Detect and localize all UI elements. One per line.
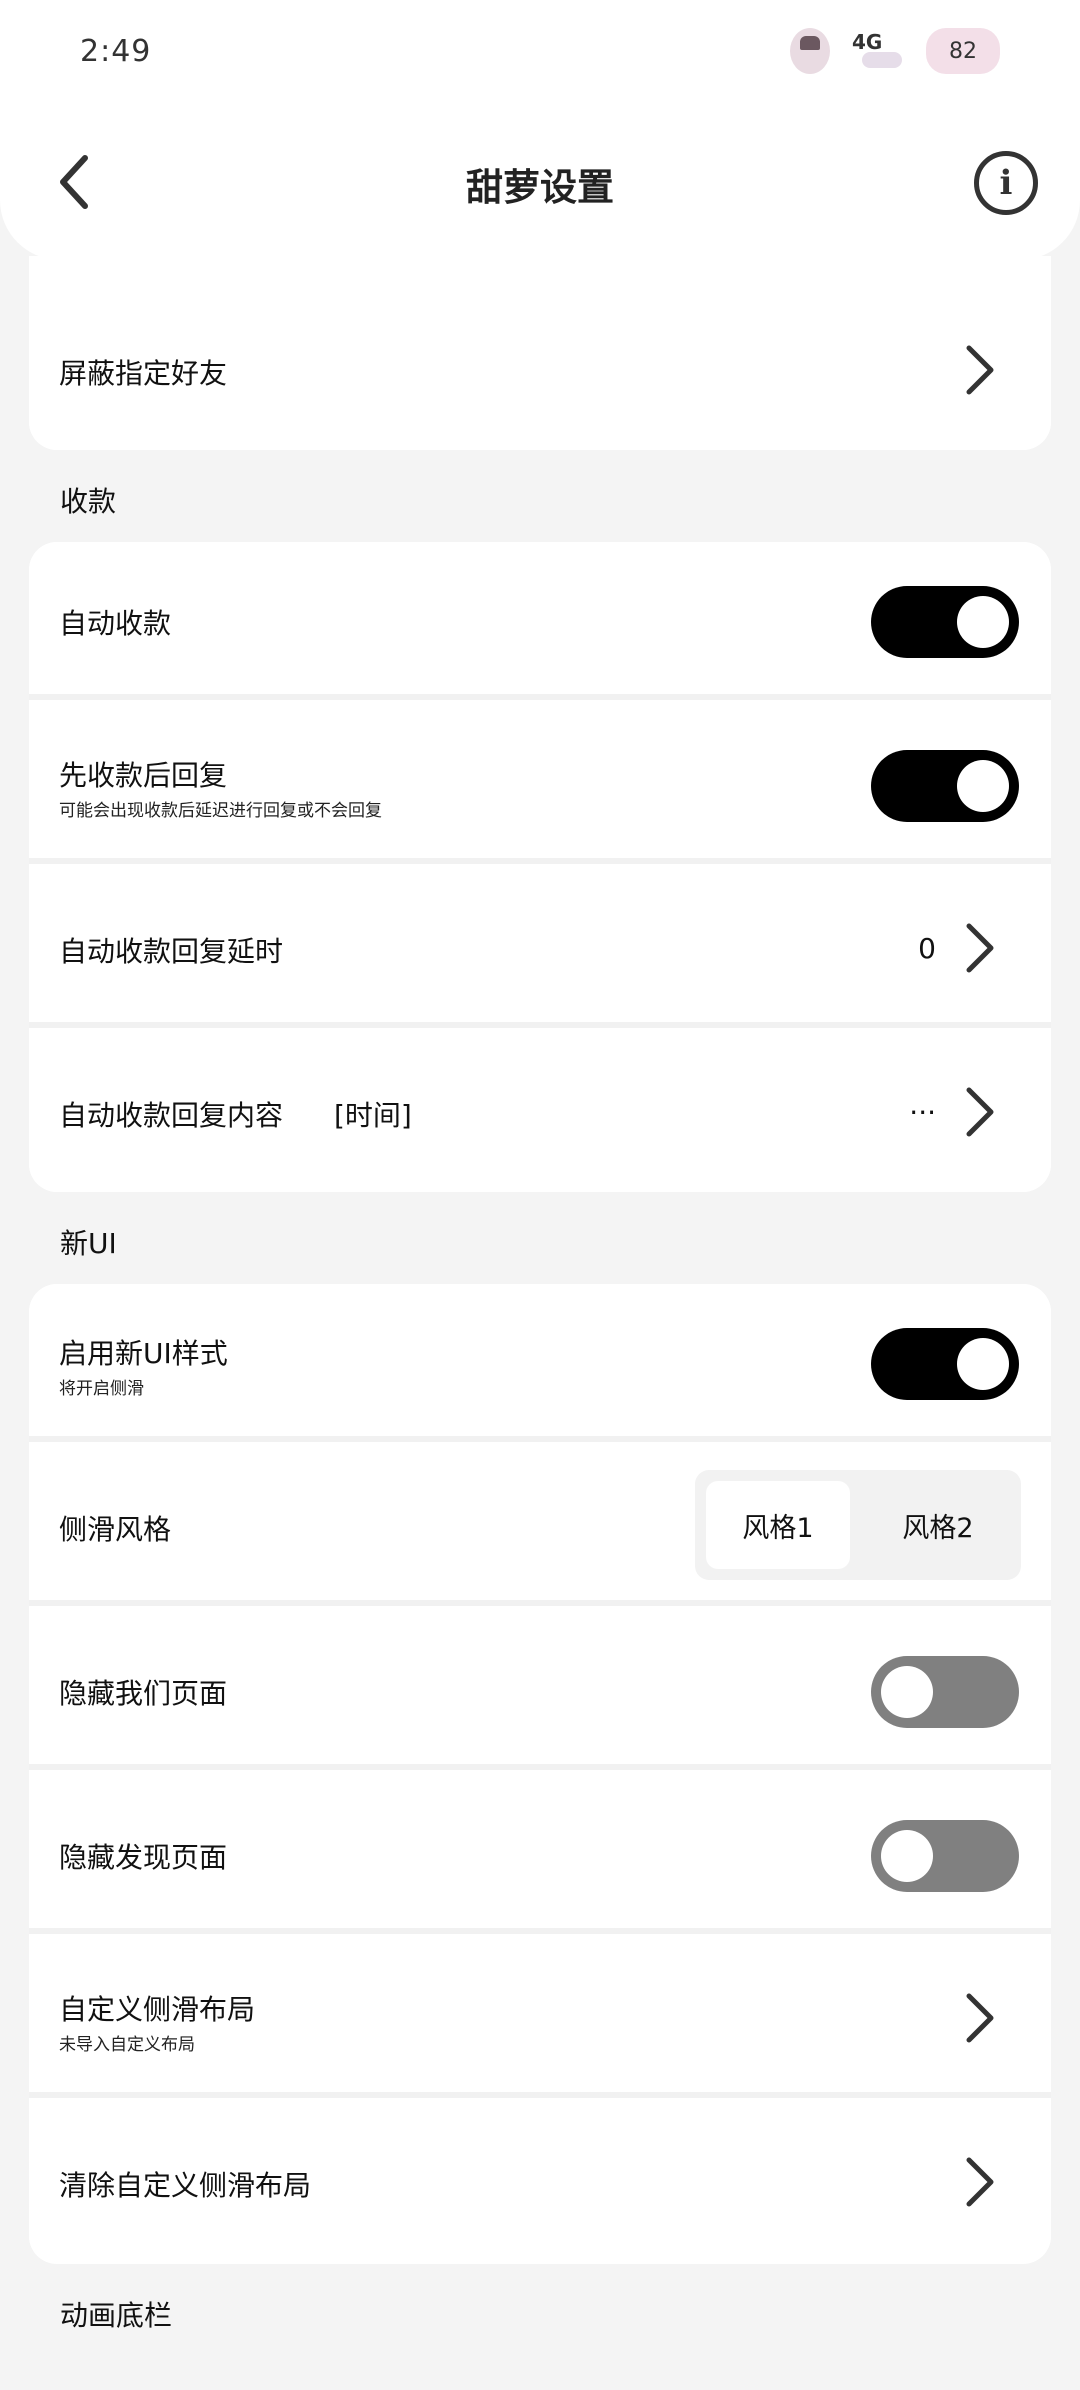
avatar-sticker-icon [790,28,830,74]
hide-me-page-title: 隐藏我们页面 [59,1677,228,1710]
enable-new-ui-title: 启用新UI样式 [59,1337,228,1370]
card-friends: 屏蔽指定好友 [29,256,1051,450]
network-icon: 4G [848,28,908,74]
reply-content-title: 自动收款回复内容 [59,1099,284,1132]
toggle-knob [957,596,1009,648]
row-enable-new-ui[interactable]: 启用新UI样式 将开启侧滑 [29,1284,1051,1442]
info-button[interactable]: i [974,151,1038,215]
custom-slide-layout-title: 自定义侧滑布局 [59,1993,256,2026]
chevron-right-icon [966,2157,994,2207]
card-payment: 自动收款 先收款后回复 可能会出现收款后延迟进行回复或不会回复 自动收款回复延时… [29,542,1051,1192]
row-hide-me-page[interactable]: 隐藏我们页面 [29,1612,1051,1770]
row-shield-friend[interactable]: 屏蔽指定好友 [29,292,1051,450]
chevron-right-icon [966,1087,994,1137]
slide-style-segmented-control: 风格1 风格2 [695,1470,1021,1580]
reply-content-value: ··· [909,1096,936,1129]
chevron-right-icon [966,1993,994,2043]
page-title: 甜萝设置 [466,166,614,209]
row-reply-delay[interactable]: 自动收款回复延时 0 [29,870,1051,1028]
section-label-anim-bottom-bar: 动画底栏 [60,2299,173,2332]
chevron-right-icon [966,923,994,973]
toggle-knob [881,1666,933,1718]
hide-me-page-toggle[interactable] [871,1656,1019,1728]
collect-then-reply-subtitle: 可能会出现收款后延迟进行回复或不会回复 [59,801,382,821]
shield-friend-title: 屏蔽指定好友 [59,357,228,390]
row-slide-style: 侧滑风格 风格1 风格2 [29,1448,1051,1606]
status-bar: 2:49 4G 82 [0,0,1080,105]
row-clear-slide-layout[interactable]: 清除自定义侧滑布局 [29,2104,1051,2262]
row-collect-then-reply[interactable]: 先收款后回复 可能会出现收款后延迟进行回复或不会回复 [29,706,1051,864]
network-label: 4G [852,30,883,54]
slide-style-option-1[interactable]: 风格1 [706,1481,850,1569]
slide-style-option-2[interactable]: 风格2 [866,1481,1010,1569]
collect-then-reply-title: 先收款后回复 [59,759,228,792]
custom-slide-layout-subtitle: 未导入自定义布局 [59,2035,195,2055]
section-label-payment: 收款 [60,485,117,518]
status-icons: 4G 82 [790,28,1000,74]
row-auto-collect[interactable]: 自动收款 [29,542,1051,700]
auto-collect-title: 自动收款 [59,607,172,640]
battery-icon: 82 [926,28,1000,74]
status-time: 2:49 [80,34,152,69]
row-reply-content[interactable]: 自动收款回复内容 [时间] ··· [29,1034,1051,1192]
reply-delay-value: 0 [918,932,936,965]
info-icon: i [999,163,1013,203]
reply-delay-title: 自动收款回复延时 [59,935,284,968]
card-new-ui: 启用新UI样式 将开启侧滑 侧滑风格 风格1 风格2 隐藏我们页面 隐藏发现页面… [29,1284,1051,2264]
clear-slide-layout-title: 清除自定义侧滑布局 [59,2169,312,2202]
section-label-new-ui: 新UI [60,1227,117,1260]
enable-new-ui-subtitle: 将开启侧滑 [59,1379,144,1399]
row-hide-discover-page[interactable]: 隐藏发现页面 [29,1776,1051,1934]
toggle-knob [881,1830,933,1882]
enable-new-ui-toggle[interactable] [871,1328,1019,1400]
top-bar: 甜萝设置 i [0,105,1080,260]
row-custom-slide-layout[interactable]: 自定义侧滑布局 未导入自定义布局 [29,1940,1051,2098]
toggle-knob [957,760,1009,812]
hide-discover-page-title: 隐藏发现页面 [59,1841,228,1874]
hide-discover-page-toggle[interactable] [871,1820,1019,1892]
slide-style-title: 侧滑风格 [59,1513,172,1546]
chevron-right-icon [966,345,994,395]
toggle-knob [957,1338,1009,1390]
reply-content-tag: [时间] [334,1099,412,1132]
collect-then-reply-toggle[interactable] [871,750,1019,822]
auto-collect-toggle[interactable] [871,586,1019,658]
